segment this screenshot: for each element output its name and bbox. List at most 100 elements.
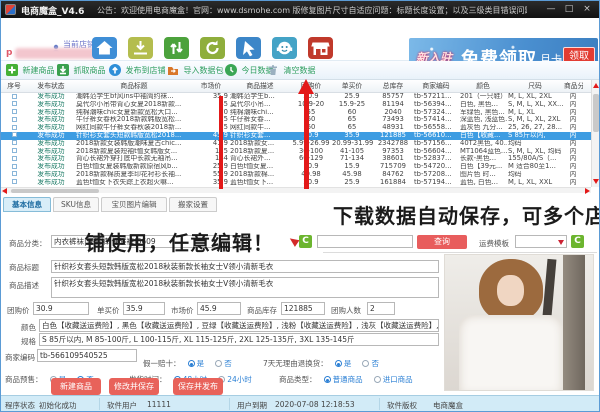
- import-data-button[interactable]: 导入数据包: [167, 64, 224, 77]
- market-price-input[interactable]: 45.9: [197, 302, 241, 315]
- column-header[interactable]: 团购价: [291, 80, 331, 92]
- cell-color: 201（一只鞋）...: [459, 93, 507, 101]
- scroll-down-arrow[interactable]: [593, 179, 599, 184]
- group-price-input[interactable]: 30.9: [33, 302, 89, 315]
- row-checkbox[interactable]: [12, 171, 17, 176]
- table-header-row: 序号发布状态商品标题市场价商品描述团购价单买价总库存商家编码颜色尺码商品分类: [1, 80, 591, 93]
- grab-product-button[interactable]: 抓取商品: [57, 64, 106, 77]
- radio-yes[interactable]: [188, 360, 195, 367]
- scroll-right-arrow[interactable]: [585, 188, 590, 194]
- category-input[interactable]: 内衣裤袜|保暖裤|保暖裤|6609: [51, 235, 247, 248]
- cell-select: [1, 124, 27, 132]
- column-header[interactable]: 序号: [1, 80, 27, 92]
- column-header[interactable]: 总库存: [373, 80, 413, 92]
- close-button[interactable]: ×: [579, 3, 595, 16]
- table-row[interactable]: 发布成功莫代尔小吊带背心女夏2018新款...35莫代尔小吊...10.9-20…: [1, 101, 591, 109]
- radio-no[interactable]: [362, 360, 369, 367]
- tab-move-settings[interactable]: 搬家设置: [169, 197, 217, 212]
- tab-basic-info[interactable]: 基本信息: [3, 197, 51, 212]
- radio-yes[interactable]: [335, 360, 342, 367]
- radio-option-label: 普通商品: [333, 375, 363, 384]
- cell-desc: 2018新款女...: [229, 140, 291, 148]
- row-checkbox[interactable]: [12, 140, 17, 145]
- tab-image-edit[interactable]: 宝贝图片编辑: [101, 197, 167, 212]
- plus-icon: [6, 64, 18, 76]
- table-row[interactable]: 发布成功网红同款牛仔裤女春秋装2018新...75网红同款牛...6065489…: [1, 124, 591, 132]
- scroll-up-arrow[interactable]: [593, 83, 599, 88]
- row-checkbox[interactable]: [12, 94, 17, 99]
- row-checkbox[interactable]: [12, 101, 17, 106]
- column-header[interactable]: 商品分类: [563, 80, 583, 92]
- table-row[interactable]: 发布成功牛仔裤女春秋2018新款韩版宽松...75牛仔裤女春...6065734…: [1, 116, 591, 124]
- table-row[interactable]: 发布成功蓝色t恤女下衣失踪上衣超火嘛...35.9蓝色t恤女下...20.925…: [1, 179, 591, 187]
- table-row[interactable]: 发布成功2018新款女装韩版潮味夏古chic...41.92018新款女...5…: [1, 140, 591, 148]
- save-publish-button[interactable]: 保存并发布: [173, 378, 223, 395]
- column-header[interactable]: 发布状态: [27, 80, 75, 92]
- group-size-input[interactable]: 2: [367, 302, 395, 315]
- shipping-refresh-button[interactable]: C: [571, 235, 584, 248]
- category-refresh-button[interactable]: C: [299, 235, 312, 248]
- table-row[interactable]: 发布成功2018新款夏装短袖t恤女韩版女...1152018新款夏...36-1…: [1, 148, 591, 156]
- row-checkbox[interactable]: [12, 125, 17, 130]
- cell-category: 内: [563, 101, 583, 109]
- cell-category: 内: [563, 116, 583, 124]
- table-row[interactable]: 发布成功纯棉潮味chic女夏新款宽松大口...70纯棉潮味chi...55602…: [1, 109, 591, 117]
- cell-status: 发布成功: [27, 179, 75, 187]
- stock-input[interactable]: 121885: [281, 302, 325, 315]
- vertical-scroll-thumb[interactable]: [593, 94, 599, 132]
- title-input[interactable]: 针织衫女套头短款韩版宽松2018秋装新款长袖女士V领小清新毛衣: [51, 260, 439, 273]
- column-header[interactable]: 商品标题: [75, 80, 193, 92]
- new-product-button[interactable]: 新建商品: [6, 64, 55, 77]
- table-row[interactable]: 发布成功2018新款棉质夏季印花衬衫长袖...55.92018新款棉...40.…: [1, 171, 591, 179]
- color-input[interactable]: 白色【收藏送运费险】, 黑色【收藏送运费险】, 豆绿【收藏送运费险】, 浅粉【收…: [39, 319, 439, 332]
- cell-select: [1, 163, 27, 171]
- vertical-scrollbar[interactable]: [591, 80, 599, 187]
- search-button[interactable]: 查询: [417, 235, 467, 249]
- tab-sku-info[interactable]: SKU信息: [53, 197, 99, 212]
- search-input[interactable]: [317, 235, 413, 248]
- create-product-button[interactable]: 新建商品: [51, 378, 101, 395]
- toolbar-button-label: 新建商品: [23, 66, 55, 75]
- row-checkbox[interactable]: [12, 132, 17, 137]
- column-header[interactable]: 市场价: [193, 80, 229, 92]
- row-checkbox[interactable]: [12, 164, 17, 169]
- spec-input[interactable]: S 85斤以内, M 85-100斤, L 100-115斤, XL 115-1…: [39, 333, 439, 346]
- table-row[interactable]: 发布成功背心长裙外穿打底中长款无袖吊...144背心长裙外...66-12971…: [1, 155, 591, 163]
- shipping-template-select[interactable]: [515, 235, 567, 248]
- cell-select: [1, 148, 27, 156]
- publish-to-shop-button[interactable]: 发布到店铺: [109, 64, 166, 77]
- radio-no[interactable]: [215, 360, 222, 367]
- single-price-input[interactable]: 35.9: [123, 302, 165, 315]
- cell-stock: 161884: [373, 179, 413, 187]
- maximize-button[interactable]: □: [561, 3, 577, 16]
- row-checkbox[interactable]: [12, 109, 17, 114]
- cell-code: tb-57194...: [413, 179, 459, 187]
- row-checkbox[interactable]: [12, 117, 17, 122]
- clear-data-button[interactable]: 清空数据: [267, 64, 316, 77]
- column-header[interactable]: 单买价: [331, 80, 373, 92]
- merchant-code-input[interactable]: tb-566109540525: [37, 349, 137, 362]
- column-header[interactable]: 商家编码: [413, 80, 459, 92]
- cell-color: MT1064蓝色...: [459, 148, 507, 156]
- minimize-button[interactable]: —: [543, 3, 559, 16]
- cell-desc: 牛仔裤女春...: [229, 116, 291, 124]
- radio-normal[interactable]: [324, 376, 331, 383]
- horizontal-scroll-thumb[interactable]: [11, 189, 99, 193]
- column-header[interactable]: 商品描述: [229, 80, 291, 92]
- table-row[interactable]: 发布成功白色t恤女夏装韩版新款原宿风b...25.9白色t恤女夏...10.91…: [1, 163, 591, 171]
- row-checkbox[interactable]: [12, 148, 17, 153]
- row-checkbox[interactable]: [12, 179, 17, 184]
- horizontal-scrollbar[interactable]: [1, 187, 591, 193]
- desc-textarea[interactable]: 针织衫女套头短款韩版宽松2018秋装新款长袖女士V领小清新毛衣: [51, 277, 439, 298]
- cell-status: 发布成功: [27, 124, 75, 132]
- radio-import[interactable]: [374, 376, 381, 383]
- table-row[interactable]: 发布成功潮韩范学生bf风ins中袖简约袜...35.9潮韩范学生b...20.9…: [1, 93, 591, 101]
- header-bar: 当前店铺 p 10 登录/授权 店铺管家 货源采集 商品管理 拼团监控: [1, 18, 599, 61]
- modify-save-button[interactable]: 修改并保存: [109, 378, 159, 395]
- table-row[interactable]: 发布成功针织衫女套头短款韩版宽松2018...45.9针织衫女套...30.93…: [1, 132, 591, 140]
- toolbar-button-label: 抓取商品: [74, 66, 106, 75]
- column-header[interactable]: 颜色: [459, 80, 507, 92]
- row-checkbox[interactable]: [12, 156, 17, 161]
- column-header[interactable]: 尺码: [507, 80, 563, 92]
- scroll-left-arrow[interactable]: [2, 188, 7, 194]
